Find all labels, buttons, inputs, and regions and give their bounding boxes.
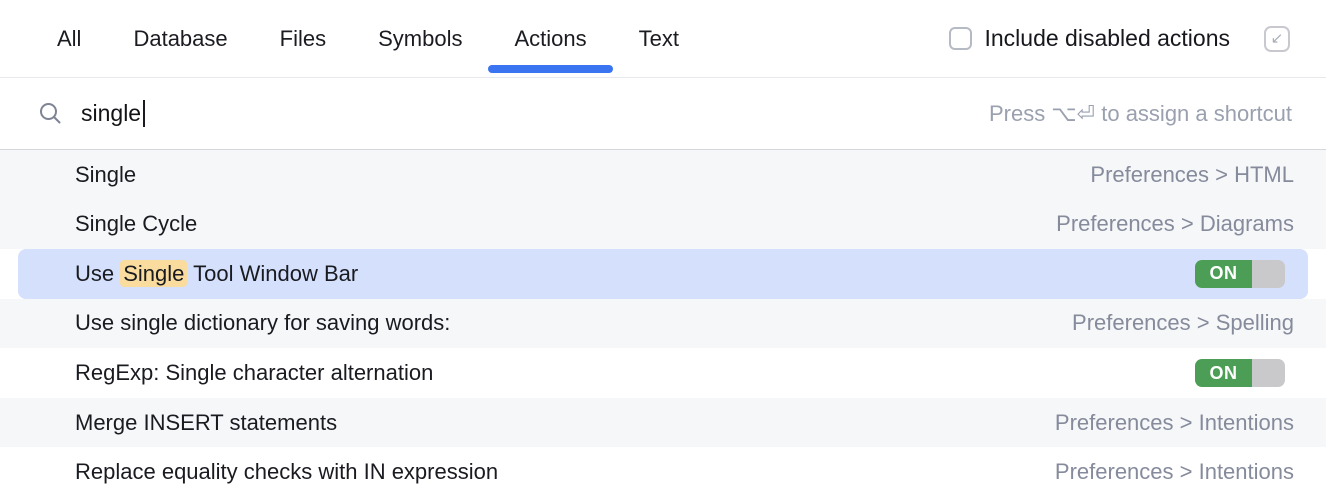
result-location: Preferences > HTML [1090, 162, 1294, 188]
result-row-replace-equality-checks[interactable]: Replace equality checks with IN expressi… [0, 447, 1326, 497]
toggle-on-label: ON [1195, 359, 1252, 387]
on-toggle[interactable]: ON [1195, 359, 1285, 387]
tab-symbols[interactable]: Symbols [352, 0, 488, 77]
result-row-single-cycle[interactable]: Single Cycle Preferences > Diagrams [0, 200, 1326, 250]
toggle-knob [1252, 359, 1285, 387]
results-list: Single Preferences > HTML Single Cycle Pref… [0, 150, 1326, 497]
toggle-knob [1252, 260, 1285, 288]
result-title: Use Single Tool Window Bar [75, 261, 358, 287]
shortcut-hint: Press ⌥⏎ to assign a shortcut [989, 101, 1292, 127]
result-location: Preferences > Intentions [1055, 410, 1294, 436]
result-title: Replace equality checks with IN expressi… [75, 459, 498, 485]
include-disabled-actions-label: Include disabled actions [985, 25, 1231, 52]
tabs: AllDatabaseFilesSymbolsActionsText [31, 0, 705, 77]
result-row-single[interactable]: Single Preferences > HTML [0, 150, 1326, 200]
tab-files[interactable]: Files [254, 0, 352, 77]
search-bar: single Press ⌥⏎ to assign a shortcut [0, 78, 1326, 150]
toggle-on-label: ON [1195, 260, 1252, 288]
result-title: Merge INSERT statements [75, 410, 337, 436]
result-row-merge-insert-statements[interactable]: Merge INSERT statements Preferences > Int… [0, 398, 1326, 448]
result-title: Use single dictionary for saving words: [75, 310, 450, 336]
result-title: Single Cycle [75, 211, 197, 237]
result-row-use-single-dictionary[interactable]: Use single dictionary for saving words: P… [0, 299, 1326, 349]
result-title: RegExp: Single character alternation [75, 360, 433, 386]
text-caret [143, 100, 145, 127]
tab-bar-right: Include disabled actions ↙ [949, 0, 1326, 77]
tab-actions[interactable]: Actions [488, 0, 612, 77]
search-icon [38, 101, 63, 126]
result-location: Preferences > Intentions [1055, 459, 1294, 485]
tab-database[interactable]: Database [107, 0, 253, 77]
tab-all[interactable]: All [31, 0, 107, 77]
result-row-use-single-tool-window-bar[interactable]: Use Single Tool Window Bar ON [0, 249, 1326, 299]
result-location: Preferences > Diagrams [1056, 211, 1294, 237]
include-disabled-actions-checkbox[interactable] [949, 27, 972, 50]
search-value: single [81, 100, 141, 127]
result-row-regexp-single-character-alternation[interactable]: RegExp: Single character alternation ON [0, 348, 1326, 398]
result-location: Preferences > Spelling [1072, 310, 1294, 336]
tab-bar: AllDatabaseFilesSymbolsActionsText Inclu… [0, 0, 1326, 78]
match-highlight: Single [120, 260, 187, 287]
open-in-find-window-icon[interactable]: ↙ [1264, 26, 1290, 52]
search-input[interactable]: single [81, 100, 145, 127]
on-toggle[interactable]: ON [1195, 260, 1285, 288]
result-title: Single [75, 162, 136, 188]
tab-text[interactable]: Text [613, 0, 705, 77]
